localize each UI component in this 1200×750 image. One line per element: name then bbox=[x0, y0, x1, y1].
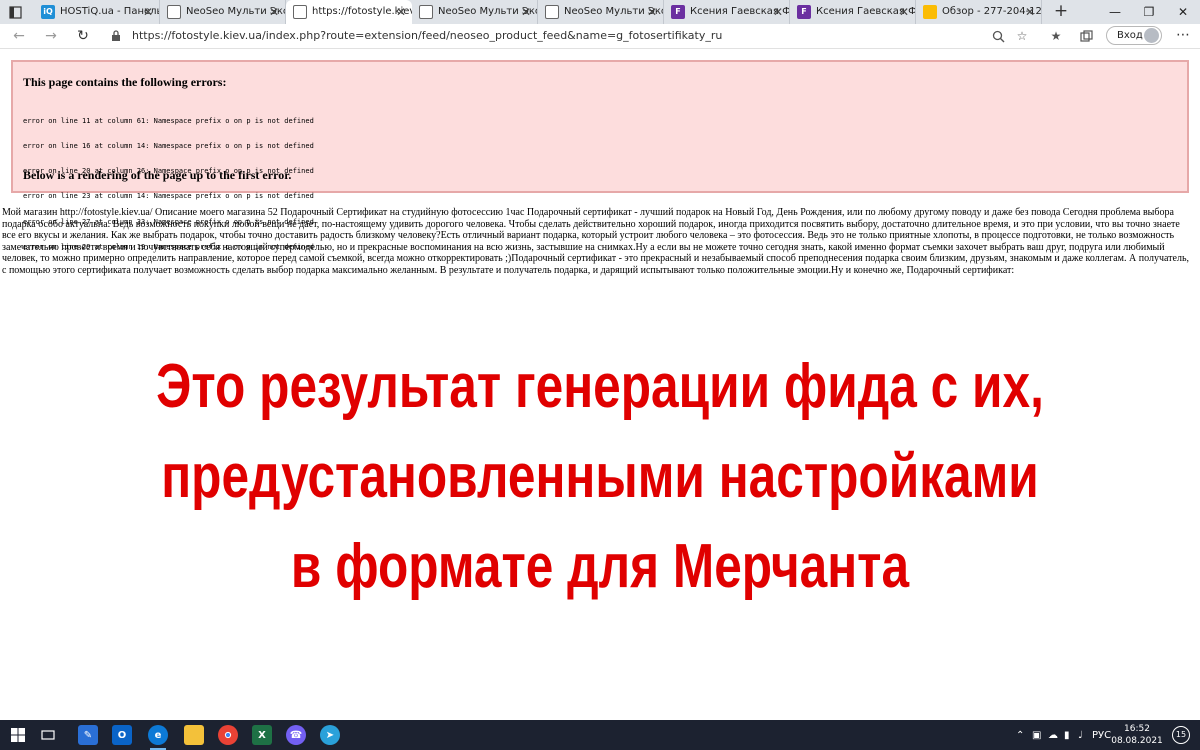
pen-app-icon[interactable]: ✎ bbox=[78, 725, 98, 745]
page-icon bbox=[167, 5, 181, 19]
viber-icon[interactable]: ☎ bbox=[286, 725, 306, 745]
browser-tab[interactable]: F Ксения Гаевская Фо ✕ bbox=[790, 0, 916, 24]
tab-actions-icon[interactable] bbox=[8, 5, 22, 19]
error-line: error on line 23 at column 14: Namespace… bbox=[23, 192, 314, 201]
browser-tab[interactable]: F Ксения Гаевская Фо ✕ bbox=[664, 0, 790, 24]
more-menu-icon[interactable]: ⋯ bbox=[1174, 26, 1192, 46]
language-indicator[interactable]: РУС bbox=[1092, 720, 1111, 750]
error-heading: This page contains the following errors: bbox=[23, 75, 227, 89]
minimize-button[interactable]: — bbox=[1098, 0, 1132, 24]
caption-line-1: Это результат генерации фида с их, bbox=[156, 352, 1044, 421]
close-tab-icon[interactable]: ✕ bbox=[1025, 0, 1035, 24]
site-logo-icon: F bbox=[797, 5, 811, 19]
new-tab-button[interactable]: + bbox=[1050, 0, 1072, 24]
windows-start-icon[interactable] bbox=[8, 725, 28, 745]
task-view-icon[interactable] bbox=[38, 725, 58, 745]
refresh-icon[interactable]: ↻ bbox=[72, 26, 94, 46]
feed-rendered-text: Мой магазин http://fotostyle.kiev.ua/ Оп… bbox=[2, 207, 1190, 276]
page-icon bbox=[545, 5, 559, 19]
tray-chevron-icon[interactable]: ⌃ bbox=[1016, 720, 1024, 750]
chrome-icon[interactable] bbox=[218, 725, 238, 745]
collections-icon[interactable] bbox=[1078, 28, 1094, 44]
lock-icon[interactable] bbox=[110, 29, 122, 43]
folder-icon[interactable] bbox=[184, 725, 204, 745]
browser-tab[interactable]: NeoSeo Мульти Эксп ✕ bbox=[538, 0, 664, 24]
close-tab-icon[interactable]: ✕ bbox=[899, 0, 909, 24]
network-icon[interactable]: ▣ bbox=[1032, 720, 1041, 750]
page-icon bbox=[419, 5, 433, 19]
overlay-caption: Это результат генерации фида с их, преду… bbox=[120, 342, 1080, 612]
close-tab-icon[interactable]: ✕ bbox=[396, 0, 406, 24]
outlook-icon[interactable]: O bbox=[112, 725, 132, 745]
close-tab-icon[interactable]: ✕ bbox=[269, 0, 279, 24]
browser-tab[interactable]: https://fotostyle.kiev ✕ bbox=[286, 0, 412, 24]
profile-login-button[interactable]: Вход bbox=[1106, 26, 1162, 45]
browser-tab[interactable]: NeoSeo Мульти Эксп ✕ bbox=[412, 0, 538, 24]
clock-time: 16:52 bbox=[1124, 724, 1150, 734]
close-tab-icon[interactable]: ✕ bbox=[521, 0, 531, 24]
caption-line-2: предустановленными настройками bbox=[161, 442, 1039, 511]
close-tab-icon[interactable]: ✕ bbox=[143, 0, 153, 24]
volume-icon[interactable]: ♩ bbox=[1078, 720, 1083, 750]
favorites-icon[interactable]: ★ bbox=[1048, 28, 1064, 44]
address-bar[interactable]: https://fotostyle.kiev.ua/index.php?rout… bbox=[110, 27, 990, 45]
edge-browser-icon[interactable]: e bbox=[148, 725, 168, 750]
login-label: Вход bbox=[1117, 30, 1143, 41]
hostiq-icon: iQ bbox=[41, 5, 55, 19]
error-line: error on line 11 at column 61: Namespace… bbox=[23, 116, 314, 125]
battery-icon[interactable]: ▮ bbox=[1064, 720, 1070, 750]
forward-arrow-icon[interactable]: → bbox=[40, 26, 62, 46]
back-arrow-icon[interactable]: ← bbox=[8, 26, 30, 46]
tab-strip: iQ HOSTiQ.ua - Панель ✕ NeoSeo Мульти Эксп ✕… bbox=[0, 0, 1200, 24]
error-footer: Below is a rendering of the page up to t… bbox=[23, 168, 292, 182]
error-line: error on line 16 at column 14: Namespace… bbox=[23, 142, 314, 151]
browser-tab[interactable]: NeoSeo Мульти Эксп ✕ bbox=[160, 0, 286, 24]
zoom-icon[interactable] bbox=[990, 28, 1006, 44]
tab-list: iQ HOSTiQ.ua - Панель ✕ NeoSeo Мульти Эксп ✕… bbox=[34, 0, 1042, 24]
xml-error-box: This page contains the following errors:… bbox=[11, 60, 1189, 251]
clock-date: 08.08.2021 bbox=[1111, 736, 1163, 746]
app-tray-icon[interactable]: ☁ bbox=[1048, 720, 1058, 750]
close-tab-icon[interactable]: ✕ bbox=[647, 0, 657, 24]
notification-badge[interactable]: 15 bbox=[1172, 726, 1190, 744]
site-logo-icon: F bbox=[671, 5, 685, 19]
maximize-button[interactable]: ❐ bbox=[1132, 0, 1166, 24]
browser-tab[interactable]: Обзор - 277-204-12 ✕ bbox=[916, 0, 1042, 24]
excel-icon[interactable]: X bbox=[252, 725, 272, 745]
telegram-icon[interactable]: ➤ bbox=[320, 725, 340, 745]
avatar bbox=[1144, 28, 1159, 43]
browser-toolbar: ← → ↻ https://fotostyle.kiev.ua/index.ph… bbox=[0, 24, 1200, 49]
clock[interactable]: 16:52 08.08.2021 bbox=[1110, 723, 1164, 747]
windows-taskbar: ✎ O e X ☎ ➤ ⌃ ▣ ☁ ▮ ♩ РУС 16:52 08.08.20… bbox=[0, 720, 1200, 750]
caption-line-3: в формате для Мерчанта bbox=[290, 532, 910, 601]
close-tab-icon[interactable]: ✕ bbox=[773, 0, 783, 24]
close-window-button[interactable]: ✕ bbox=[1166, 0, 1200, 24]
google-ads-icon bbox=[923, 5, 937, 19]
url-text[interactable]: https://fotostyle.kiev.ua/index.php?rout… bbox=[132, 27, 722, 45]
favorites-add-icon[interactable]: ☆ bbox=[1014, 28, 1030, 44]
browser-tab[interactable]: iQ HOSTiQ.ua - Панель ✕ bbox=[34, 0, 160, 24]
page-icon bbox=[293, 5, 307, 19]
